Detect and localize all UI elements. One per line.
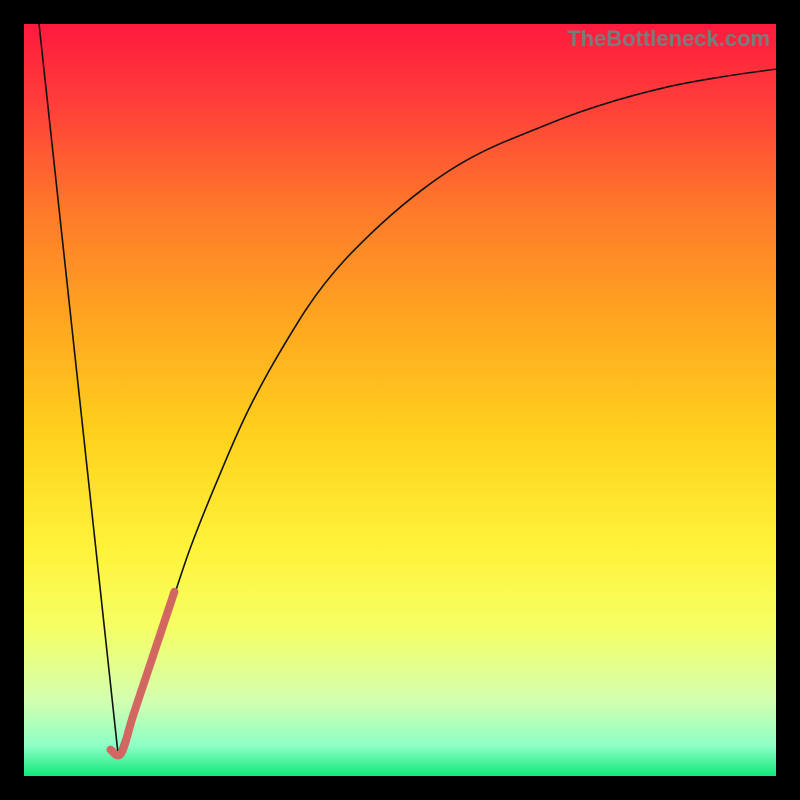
gradient-background (24, 24, 776, 776)
plot-area: TheBottleneck.com (24, 24, 776, 776)
chart-svg (24, 24, 776, 776)
chart-frame: TheBottleneck.com (0, 0, 800, 800)
